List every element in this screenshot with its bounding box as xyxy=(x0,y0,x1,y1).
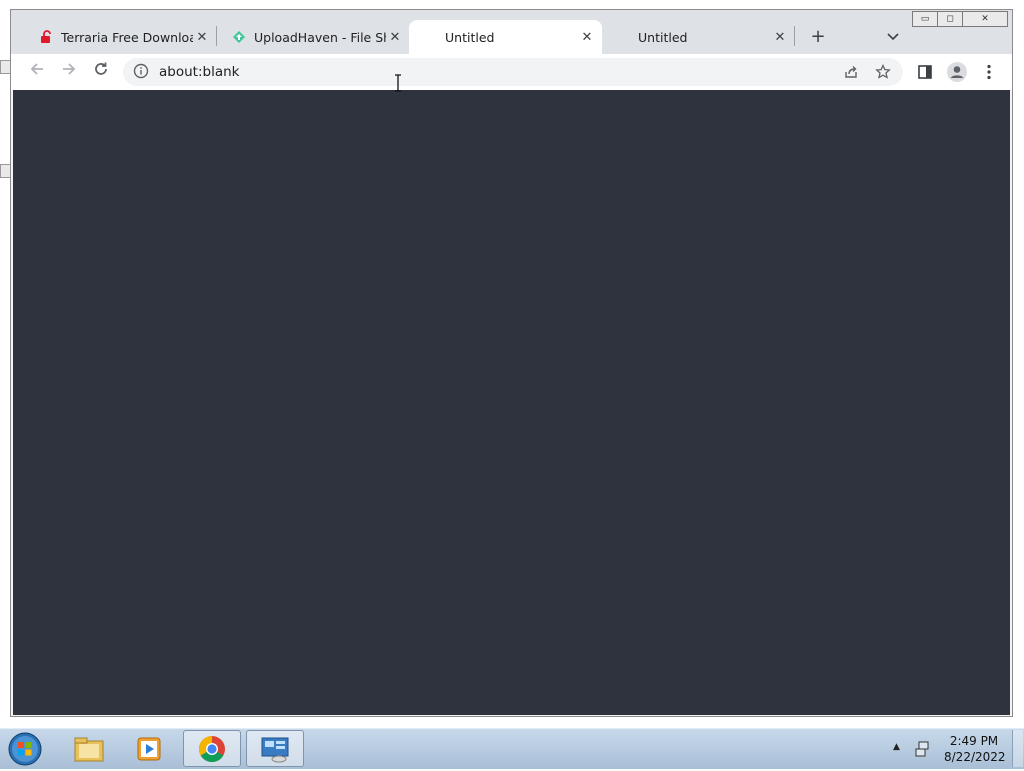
taskbar-control-panel[interactable] xyxy=(246,730,304,767)
taskbar-chrome[interactable] xyxy=(183,730,241,767)
taskbar-media-player[interactable] xyxy=(120,730,178,767)
tab-title: Untitled xyxy=(638,29,688,45)
maximize-button[interactable]: ◻ xyxy=(937,11,963,27)
arrow-right-icon xyxy=(63,63,76,75)
system-clock[interactable]: 2:49 PM 8/22/2022 xyxy=(944,733,1006,765)
tab-search-button[interactable] xyxy=(883,26,903,48)
browser-window: Terraria Free Download ( ✕ UploadHaven -… xyxy=(10,9,1013,717)
tab-uploadhaven[interactable]: UploadHaven - File Shar ✕ xyxy=(222,20,410,54)
close-icon[interactable]: ✕ xyxy=(386,30,404,45)
browser-toolbar: about:blank xyxy=(11,54,1012,90)
forward-button[interactable] xyxy=(57,60,81,84)
network-icon[interactable] xyxy=(914,740,932,758)
media-player-icon xyxy=(137,737,161,760)
menu-button[interactable] xyxy=(977,60,1001,84)
new-tab-button[interactable]: + xyxy=(806,26,830,48)
window-controls: ▭ ◻ ✕ xyxy=(912,11,1008,27)
side-panel-button[interactable] xyxy=(913,60,937,84)
tab-separator xyxy=(794,26,795,46)
taskbar: ▲ 2:49 PM 8/22/2022 xyxy=(0,728,1024,769)
tab-title: Untitled xyxy=(445,29,495,45)
avatar-icon xyxy=(947,62,967,82)
chevron-down-icon xyxy=(887,33,899,41)
star-icon[interactable] xyxy=(871,58,895,86)
tab-strip: Terraria Free Download ( ✕ UploadHaven -… xyxy=(11,10,1012,54)
show-hidden-icons-button[interactable]: ▲ xyxy=(893,742,900,752)
tab-terraria[interactable]: Terraria Free Download ( ✕ xyxy=(29,20,217,54)
chrome-icon xyxy=(198,735,225,762)
tab-title: Terraria Free Download ( xyxy=(61,29,193,45)
windows-orb-icon xyxy=(8,732,42,766)
address-bar[interactable]: about:blank xyxy=(123,58,903,86)
profile-button[interactable] xyxy=(945,60,969,84)
arrow-left-icon xyxy=(30,63,43,75)
tab-separator xyxy=(216,26,217,46)
more-vert-icon xyxy=(987,64,991,80)
show-desktop-button[interactable] xyxy=(1012,730,1023,767)
tab-title: UploadHaven - File Shar xyxy=(254,29,386,45)
tab-untitled-active[interactable]: Untitled ✕ xyxy=(409,20,602,54)
close-icon[interactable]: ✕ xyxy=(193,30,211,45)
back-button[interactable] xyxy=(25,60,49,84)
reload-icon xyxy=(95,62,107,75)
tab-untitled[interactable]: Untitled ✕ xyxy=(602,20,795,54)
uploadhaven-icon xyxy=(232,30,246,44)
lock-open-icon xyxy=(39,30,53,44)
close-icon[interactable]: ✕ xyxy=(578,30,596,45)
control-panel-icon xyxy=(261,737,289,762)
minimize-button[interactable]: ▭ xyxy=(912,11,938,27)
address-text[interactable]: about:blank xyxy=(159,64,239,80)
page-content[interactable] xyxy=(13,90,1010,715)
info-icon[interactable] xyxy=(133,63,151,81)
share-icon[interactable] xyxy=(839,58,863,86)
reload-button[interactable] xyxy=(89,60,113,84)
clock-date: 8/22/2022 xyxy=(944,750,1006,764)
text-cursor-icon xyxy=(395,74,401,92)
clock-time: 2:49 PM xyxy=(949,734,999,748)
taskbar-file-explorer[interactable] xyxy=(60,730,118,767)
window-close-button[interactable]: ✕ xyxy=(962,11,1008,27)
start-button[interactable] xyxy=(6,731,46,767)
side-panel-icon xyxy=(918,65,932,79)
folder-icon xyxy=(74,737,104,761)
close-icon[interactable]: ✕ xyxy=(771,30,789,45)
